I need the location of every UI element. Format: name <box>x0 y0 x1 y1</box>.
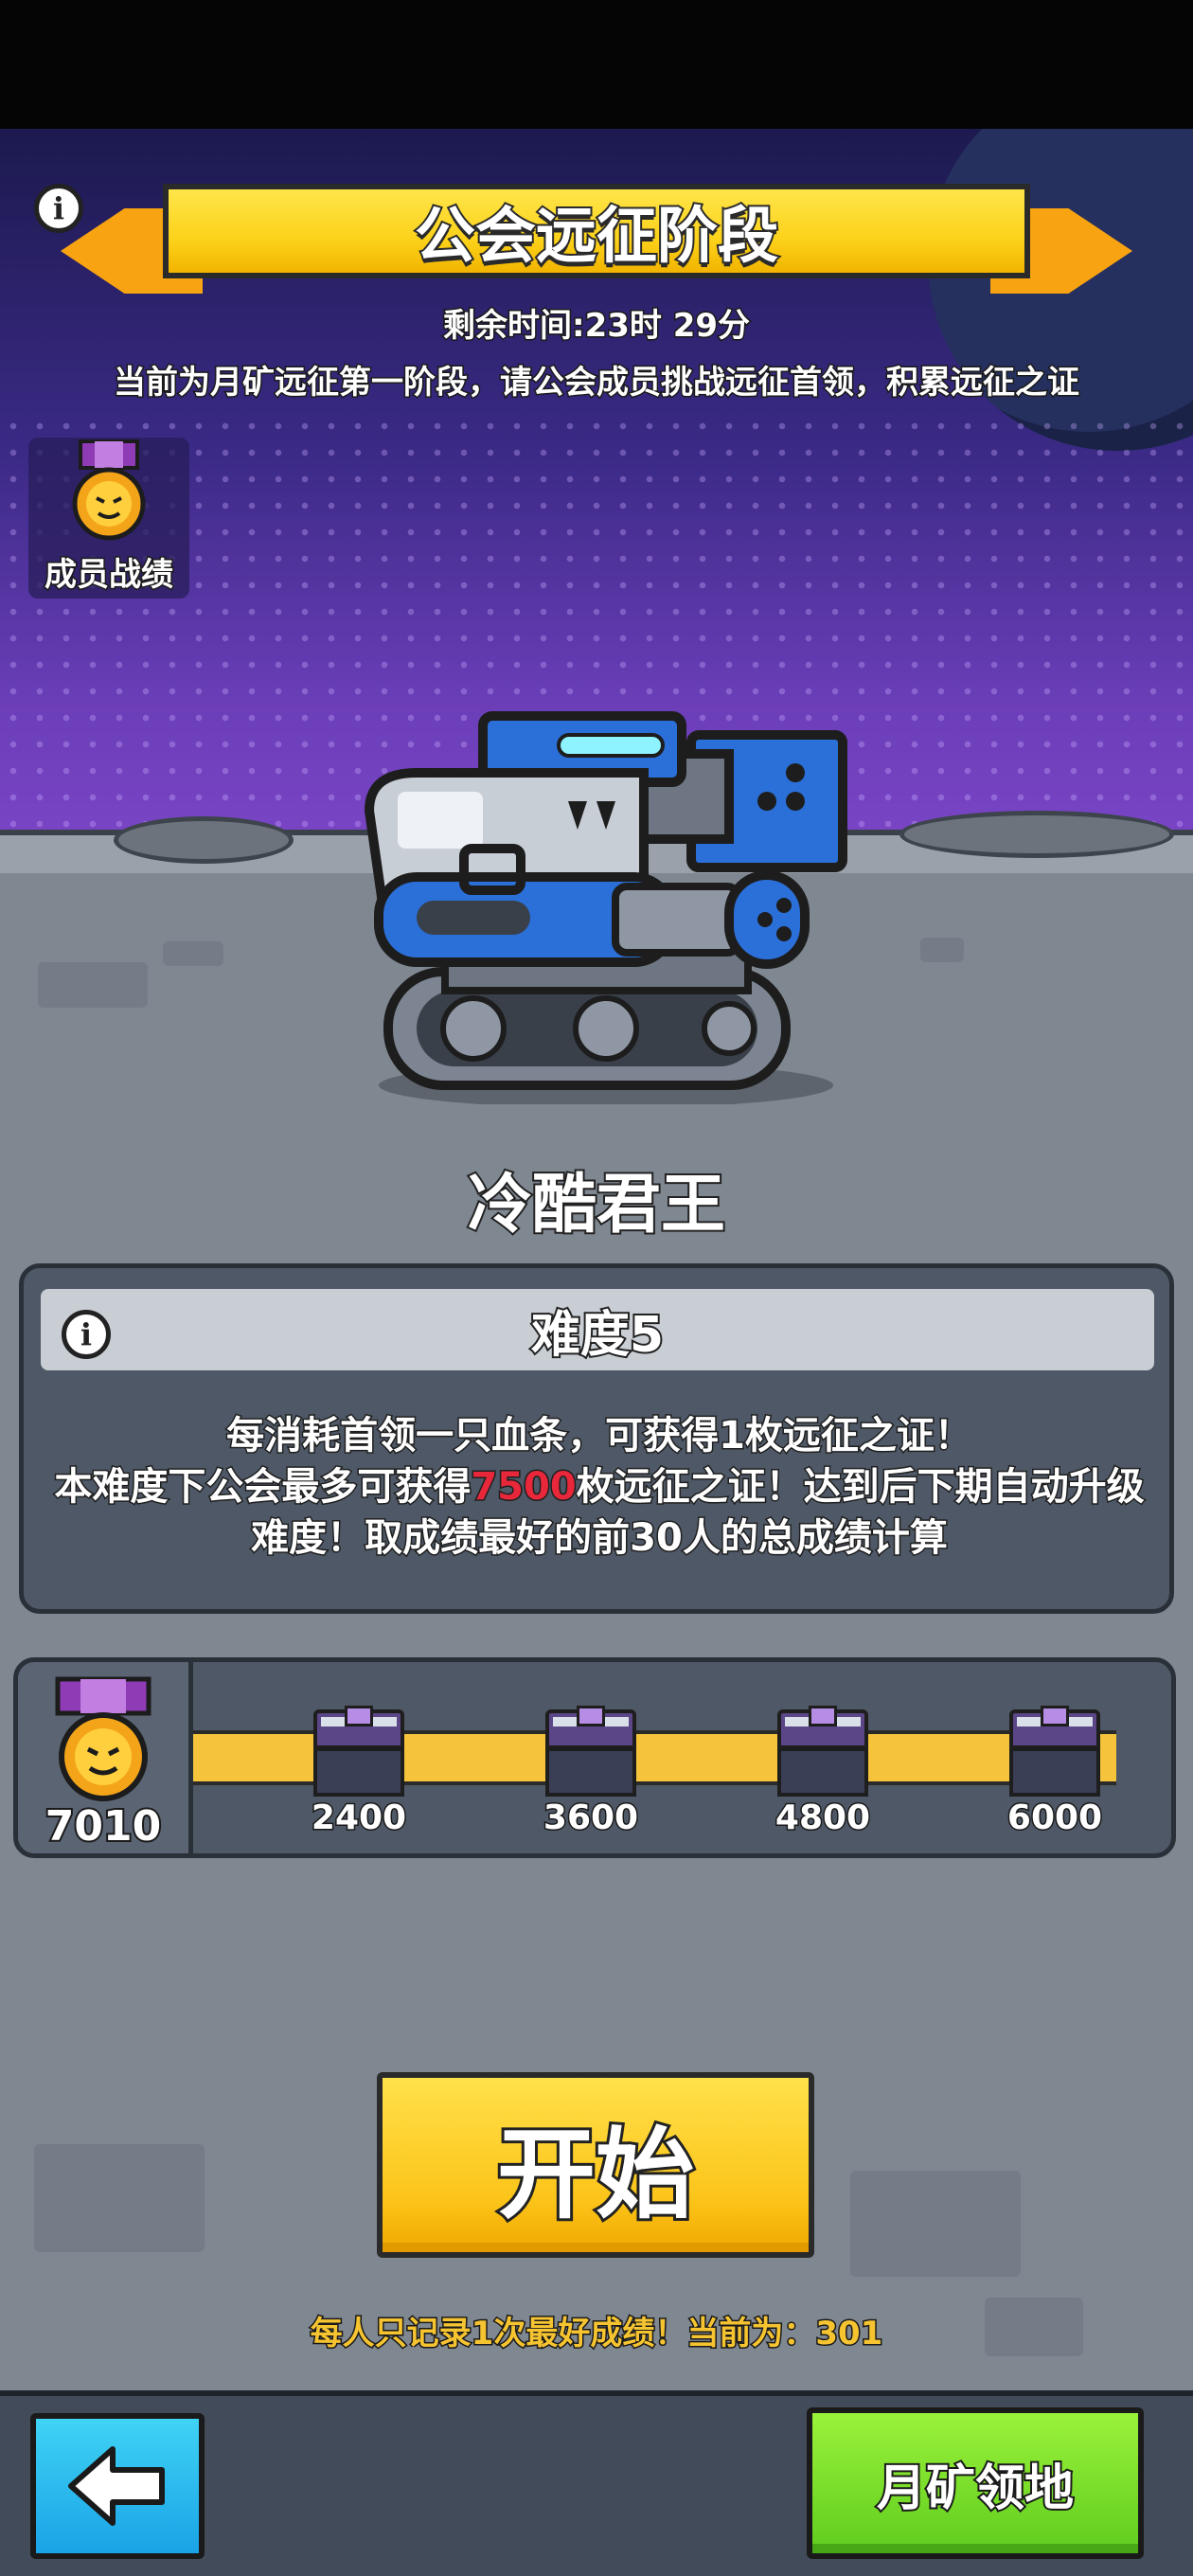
milestone-value: 4800 <box>774 1798 871 1839</box>
difficulty-panel: 难度5 i 每消耗首领一只血条，可获得1枚远征之证！ 本难度下公会最多可获得75… <box>19 1263 1174 1614</box>
milestone-chest-2[interactable]: 3600 <box>534 1706 648 1839</box>
chest-icon <box>777 1706 868 1797</box>
moon-territory-button[interactable]: 月矿领地 <box>807 2407 1144 2559</box>
difficulty-rules: 每消耗首领一只血条，可获得1枚远征之证！ 本难度下公会最多可获得7500枚远征之… <box>43 1410 1156 1564</box>
chest-icon <box>313 1706 404 1797</box>
back-button[interactable] <box>30 2413 205 2559</box>
info-icon[interactable]: i <box>34 184 83 233</box>
chest-icon <box>1009 1706 1100 1797</box>
rock <box>38 962 148 1008</box>
current-score-box: 7010 <box>18 1662 193 1853</box>
crater <box>114 816 294 864</box>
back-arrow-icon <box>68 2446 165 2526</box>
max-reward-value: 7500 <box>470 1464 578 1511</box>
crater <box>899 811 1174 858</box>
page-title: 公会远征阶段 <box>413 200 780 274</box>
boss-tank-illustration <box>364 711 847 1104</box>
banner-plate: 公会远征阶段 <box>163 184 1030 278</box>
start-label: 开始 <box>494 2114 697 2235</box>
member-record-label: 成员战绩 <box>44 555 175 596</box>
rock <box>850 2171 1021 2277</box>
reward-progress-panel: 7010 2400 3600 4800 6000 <box>13 1657 1176 1858</box>
difficulty-title: 难度5 <box>529 1305 666 1366</box>
milestone-chest-1[interactable]: 2400 <box>302 1706 416 1839</box>
rule-line-1: 每消耗首领一只血条，可获得1枚远征之证！ <box>225 1413 974 1459</box>
info-icon[interactable]: i <box>62 1310 111 1359</box>
best-score-note: 每人只记录1次最好成绩！当前为：301 <box>309 2314 884 2354</box>
milestone-chest-3[interactable]: 4800 <box>766 1706 880 1839</box>
title-banner: 公会远征阶段 <box>61 170 1132 303</box>
remaining-time: 剩余时间:23时 29分 <box>441 306 751 347</box>
difficulty-header: 难度5 <box>41 1289 1154 1370</box>
milestone-value: 3600 <box>542 1798 639 1839</box>
chest-icon <box>545 1706 636 1797</box>
moon-territory-label: 月矿领地 <box>875 2459 1076 2519</box>
milestone-value: 2400 <box>310 1798 407 1839</box>
start-button[interactable]: 开始 <box>377 2072 814 2258</box>
rock <box>163 941 223 966</box>
rock <box>920 938 964 962</box>
milestone-chest-4[interactable]: 6000 <box>998 1706 1112 1839</box>
rule-line-2: 本难度下公会最多可获得7500枚远征之证！达到后下期自动升级难度！取成绩最好的前… <box>43 1461 1156 1564</box>
stage-description: 当前为月矿远征第一阶段，请公会成员挑战远征首领，积累远征之证 <box>113 364 1081 402</box>
rule-text: 本难度下公会最多可获得 <box>53 1464 472 1511</box>
member-record-button[interactable]: 成员战绩 <box>28 438 189 599</box>
medal-icon <box>72 439 146 541</box>
rock <box>34 2144 205 2252</box>
milestone-value: 6000 <box>1006 1798 1103 1839</box>
medal-icon <box>55 1676 151 1801</box>
boss-name: 冷酷君王 <box>466 1166 727 1244</box>
current-score: 7010 <box>44 1800 163 1852</box>
game-scene: 公会远征阶段 i 剩余时间:23时 29分 当前为月矿远征第一阶段，请公会成员挑… <box>0 129 1193 2576</box>
